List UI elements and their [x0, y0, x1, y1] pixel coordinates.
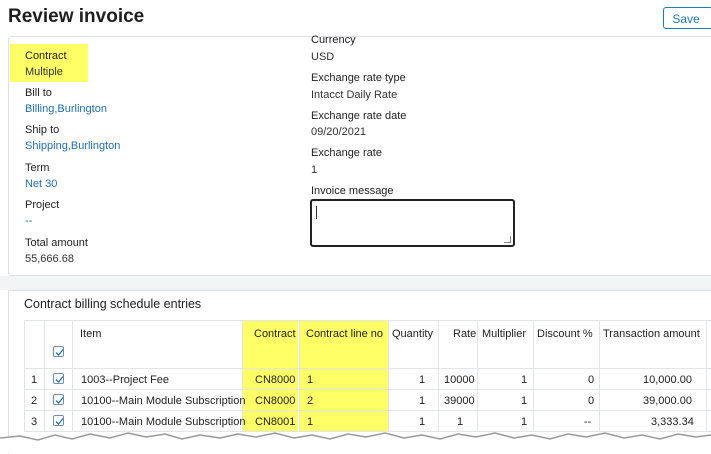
- quantity-cell: 1: [419, 395, 426, 407]
- multiplier-cell: 1: [521, 374, 528, 386]
- exchange-rate-type-value: Intacct Daily Rate: [311, 89, 398, 101]
- term-label: Term: [25, 162, 50, 174]
- resize-handle[interactable]: [504, 236, 511, 243]
- contract-link[interactable]: CN8001: [255, 416, 295, 428]
- exchange-rate-date-label: Exchange rate date: [311, 110, 407, 122]
- exchange-rate-label: Exchange rate: [311, 147, 382, 159]
- contract-label: Contract: [25, 50, 67, 62]
- discount-cell: 0: [588, 395, 595, 407]
- section-title: Contract billing schedule entries: [24, 297, 202, 311]
- invoice-message-textarea[interactable]: [310, 199, 515, 247]
- column-header-rate[interactable]: Rate: [453, 328, 476, 340]
- text-cursor: [316, 206, 317, 219]
- row-number: 2: [31, 395, 38, 407]
- amount-cell: 39,000.00: [643, 395, 692, 407]
- currency-label: Currency: [311, 34, 356, 46]
- column-header-contract-line-no[interactable]: Contract line no: [306, 328, 383, 340]
- project-link[interactable]: --: [25, 215, 32, 227]
- total-amount-label: Total amount: [25, 237, 88, 249]
- item-link[interactable]: 10100--Main Module Subscription: [81, 395, 245, 407]
- row-checkbox[interactable]: [53, 394, 64, 405]
- contract-line-link[interactable]: 1: [307, 416, 313, 428]
- amount-cell: 10,000.00: [643, 374, 692, 386]
- item-link[interactable]: 10100--Main Module Subscription: [81, 416, 245, 428]
- row-number: 3: [31, 416, 38, 428]
- save-button[interactable]: Save: [663, 7, 711, 29]
- billing-schedule-table: Item Contract Contract line no Quantity …: [24, 320, 711, 440]
- section-separator: [0, 276, 711, 290]
- item-link[interactable]: 1003--Project Fee: [81, 374, 169, 386]
- discount-cell: 0: [588, 374, 595, 386]
- ship-to-link[interactable]: Shipping,Burlington: [25, 140, 120, 152]
- contract-line-link[interactable]: 1: [307, 374, 313, 386]
- bill-to-link[interactable]: Billing,Burlington: [25, 103, 107, 115]
- exchange-rate-type-label: Exchange rate type: [311, 72, 406, 84]
- check-icon: [55, 397, 64, 404]
- multiplier-cell: 1: [521, 416, 528, 428]
- exchange-rate-value: 1: [311, 164, 318, 176]
- column-header-quantity[interactable]: Quantity: [392, 328, 433, 340]
- exchange-rate-date-value: 09/20/2021: [311, 126, 367, 138]
- amount-cell: 3,333.34: [651, 416, 694, 428]
- invoice-message-label: Invoice message: [311, 185, 394, 197]
- rate-cell: 1: [457, 416, 464, 428]
- multiplier-cell: 1: [521, 395, 528, 407]
- quantity-cell: 1: [419, 416, 426, 428]
- page-title: Review invoice: [8, 6, 145, 27]
- rate-cell: 10000: [444, 374, 475, 386]
- term-link[interactable]: Net 30: [25, 178, 57, 190]
- currency-value: USD: [311, 51, 335, 63]
- row-checkbox[interactable]: [53, 415, 64, 426]
- contract-link[interactable]: CN8000: [255, 395, 295, 407]
- select-all-checkbox[interactable]: [53, 346, 64, 357]
- row-number: 1: [31, 374, 38, 386]
- column-header-item[interactable]: Item: [80, 328, 101, 340]
- row-checkbox[interactable]: [53, 373, 64, 384]
- check-icon: [55, 418, 64, 425]
- discount-cell: --: [584, 416, 592, 428]
- column-header-transaction-amount[interactable]: Transaction amount: [603, 328, 700, 340]
- column-header-discount[interactable]: Discount %: [537, 328, 593, 340]
- contract-value: Multiple: [25, 66, 63, 78]
- bill-to-label: Bill to: [25, 87, 52, 99]
- contract-link[interactable]: CN8000: [255, 374, 295, 386]
- page-header: Review invoice Save: [0, 0, 711, 36]
- total-amount-value: 55,666.68: [25, 253, 74, 265]
- project-label: Project: [25, 199, 60, 211]
- check-icon: [55, 349, 64, 356]
- quantity-cell: 1: [419, 374, 426, 386]
- rate-cell: 39000: [444, 395, 475, 407]
- column-header-contract[interactable]: Contract: [254, 328, 296, 340]
- contract-line-link[interactable]: 2: [307, 395, 313, 407]
- check-icon: [55, 376, 64, 383]
- ship-to-label: Ship to: [25, 124, 60, 136]
- column-header-multiplier[interactable]: Multiplier: [482, 328, 526, 340]
- torn-edge-decoration: [0, 432, 711, 453]
